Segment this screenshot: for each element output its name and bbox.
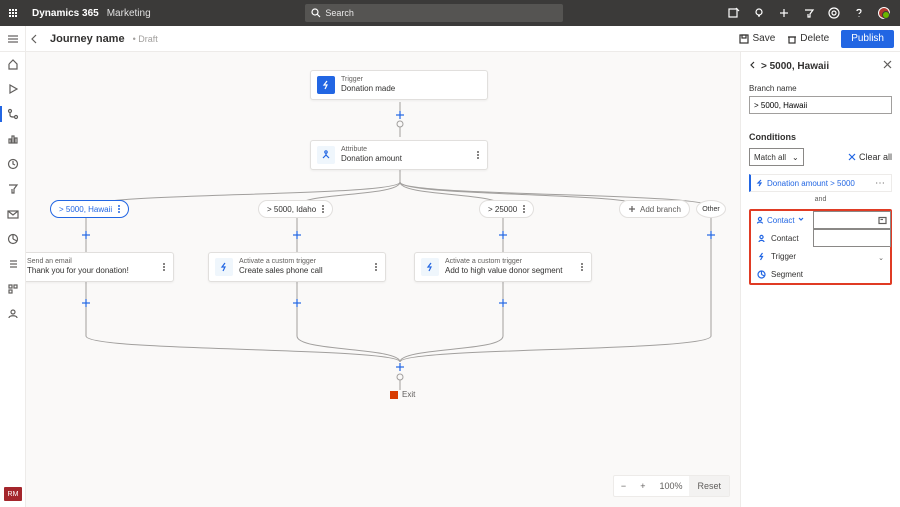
and-label: and [749,196,892,203]
branch-pill-1[interactable]: > 5000, Hawaii [50,200,129,218]
search-placeholder: Search [325,8,354,18]
zoom-reset-button[interactable]: Reset [689,476,729,496]
add-step-plus-icon[interactable] [498,295,508,305]
node-attribute[interactable]: AttributeDonation amount [310,140,488,170]
node-action-3[interactable]: Activate a custom triggerAdd to high val… [414,252,592,282]
global-topbar: Dynamics 365 Marketing Search [0,0,900,26]
nav-menu-icon[interactable] [6,32,20,46]
branch-name-label: Branch name [749,84,892,93]
highlighted-dropdown-area: Contact ⋯ Contact Trigger Segment ⌄ [749,209,892,285]
search-icon [311,8,321,18]
properties-panel: > 5000, Hawaii Branch name Conditions Ma… [740,52,900,507]
flag-icon [390,391,398,399]
bolt-icon [756,179,764,187]
branch-icon [317,146,335,164]
condition-1[interactable]: Donation amount > 5000 ⋯ [749,174,892,192]
journey-canvas[interactable]: TriggerDonation made AttributeDonation a… [26,52,740,507]
condition-more-icon[interactable]: ⋯ [874,215,885,226]
branch-add[interactable]: Add branch [619,200,690,218]
match-select[interactable]: Match all⌄ [749,148,804,166]
node-more-icon[interactable] [579,263,585,271]
nav-analytics-icon[interactable] [6,132,20,146]
nav-funnel-icon[interactable] [6,182,20,196]
contact-icon [756,216,764,224]
nav-journey-icon[interactable] [6,107,20,121]
bolt-icon [421,258,439,276]
left-nav-rail [0,26,26,507]
zoom-level: 100% [652,481,689,491]
nav-clock-icon[interactable] [6,157,20,171]
filter-icon[interactable] [803,7,815,19]
clear-all-button[interactable]: Clear all [848,152,892,162]
nav-email-icon[interactable] [6,207,20,221]
user-badge[interactable]: RM [4,487,22,501]
app-launcher-icon[interactable] [0,0,26,26]
node-more-icon[interactable] [475,151,481,159]
node-more-icon[interactable] [373,263,379,271]
menu-contact[interactable]: Contact [751,229,890,247]
brand: Dynamics 365 [26,8,105,19]
delete-button[interactable]: Delete [781,26,835,51]
plus-icon [628,205,636,213]
publish-button[interactable]: Publish [841,30,894,48]
zoom-out-button[interactable]: − [614,481,633,491]
plus-icon[interactable] [778,7,790,19]
add-step-plus-icon[interactable] [292,227,302,237]
chevron-down-icon [798,217,804,223]
back-arrow-icon[interactable] [26,34,44,44]
branch-pill-2[interactable]: > 5000, Idaho [258,200,333,218]
command-bar: Journey name • Draft Save Delete Publish [0,26,900,52]
add-step-plus-icon[interactable] [292,295,302,305]
add-step-plus-icon[interactable] [81,227,91,237]
add-step-plus-icon[interactable] [498,227,508,237]
page-title: Journey name [44,33,125,45]
compose-icon[interactable] [728,7,740,19]
branch-name-input[interactable] [749,96,892,114]
user-avatar-icon[interactable] [878,7,890,19]
type-menu: Contact Trigger Segment ⌄ [751,229,890,283]
save-button[interactable]: Save [733,26,781,51]
nav-segments-icon[interactable] [6,232,20,246]
condition-more-icon[interactable]: ⋯ [875,178,886,189]
bolt-icon [215,258,233,276]
nav-list-icon[interactable] [6,257,20,271]
page-status: • Draft [125,34,158,44]
exit-node: Exit [390,390,415,399]
branch-pill-3[interactable]: > 25000 [479,200,534,218]
nav-play-icon[interactable] [6,82,20,96]
add-condition-type[interactable]: Contact ⋯ [751,211,890,229]
panel-close-icon[interactable] [883,60,892,72]
settings-icon[interactable] [828,7,840,19]
menu-trigger[interactable]: Trigger [751,247,890,265]
menu-segment[interactable]: Segment [751,265,890,283]
add-step-plus-icon[interactable] [706,227,716,237]
trigger-icon [317,76,335,94]
help-icon[interactable] [853,7,865,19]
nav-contacts-icon[interactable] [6,307,20,321]
nav-home-icon[interactable] [6,57,20,71]
branch-other[interactable]: Other [696,200,726,218]
top-actions [718,7,900,19]
add-step-plus-icon[interactable] [395,359,405,369]
app-name: Marketing [105,8,151,19]
panel-title: > 5000, Hawaii [761,61,879,72]
clear-icon [848,153,856,161]
add-step-plus-icon[interactable] [395,107,405,117]
node-action-1[interactable]: Send an emailThank you for your donation… [26,252,174,282]
add-step-plus-icon[interactable] [81,295,91,305]
nav-assembly-icon[interactable] [6,282,20,296]
zoom-in-button[interactable]: + [633,481,652,491]
zoom-control: − + 100% Reset [613,475,730,497]
node-more-icon[interactable] [161,263,167,271]
node-action-2[interactable]: Activate a custom triggerCreate sales ph… [208,252,386,282]
conditions-header: Conditions [749,132,892,142]
panel-back-icon[interactable] [749,61,757,72]
global-search[interactable]: Search [305,4,563,22]
node-trigger[interactable]: TriggerDonation made [310,70,488,100]
lightbulb-icon[interactable] [753,7,765,19]
